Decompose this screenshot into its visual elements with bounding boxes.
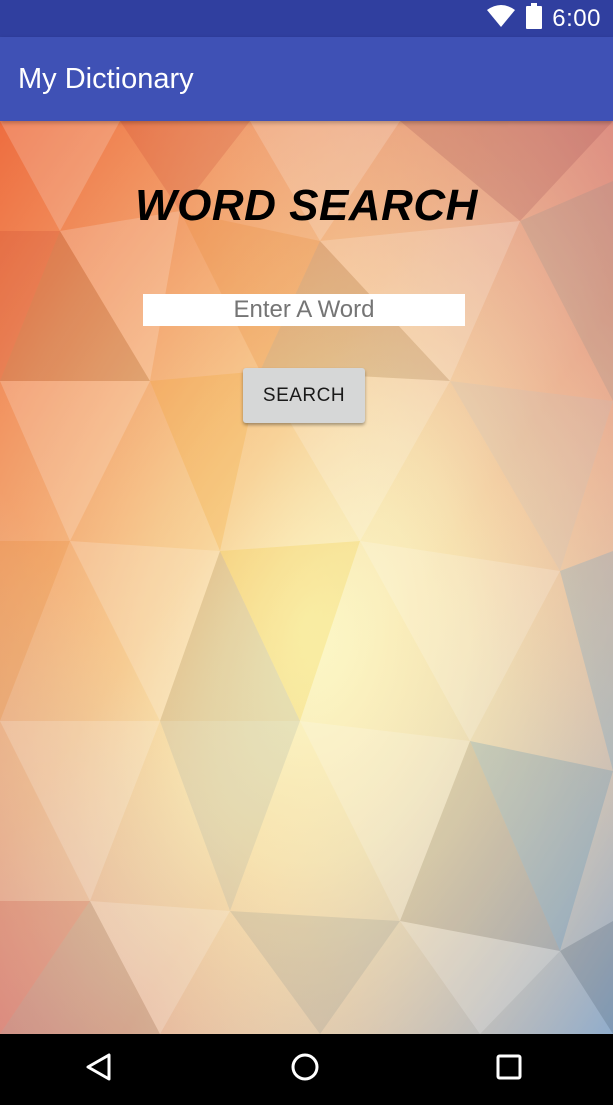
app-title: My Dictionary — [18, 63, 194, 95]
recents-button[interactable] — [469, 1034, 549, 1105]
recents-icon — [495, 1053, 523, 1086]
polygon-background — [0, 121, 613, 1034]
navigation-bar — [0, 1034, 613, 1105]
status-bar: 6:00 — [0, 0, 613, 37]
back-icon — [85, 1052, 113, 1087]
app-bar: My Dictionary — [0, 37, 613, 121]
word-input[interactable] — [143, 294, 465, 326]
wifi-icon — [486, 4, 516, 33]
back-button[interactable] — [59, 1034, 139, 1105]
battery-icon — [526, 3, 543, 34]
page-heading: WORD SEARCH — [135, 181, 478, 230]
search-button[interactable]: SEARCH — [243, 368, 365, 423]
screen: 6:00 My Dictionary WORD SEARCH Enter A W… — [0, 0, 613, 1105]
home-icon — [290, 1052, 320, 1087]
home-button[interactable] — [265, 1034, 345, 1105]
status-time: 6:00 — [552, 4, 601, 32]
content-area: WORD SEARCH SEARCH — [0, 121, 613, 1034]
status-icons: 6:00 — [486, 0, 601, 37]
